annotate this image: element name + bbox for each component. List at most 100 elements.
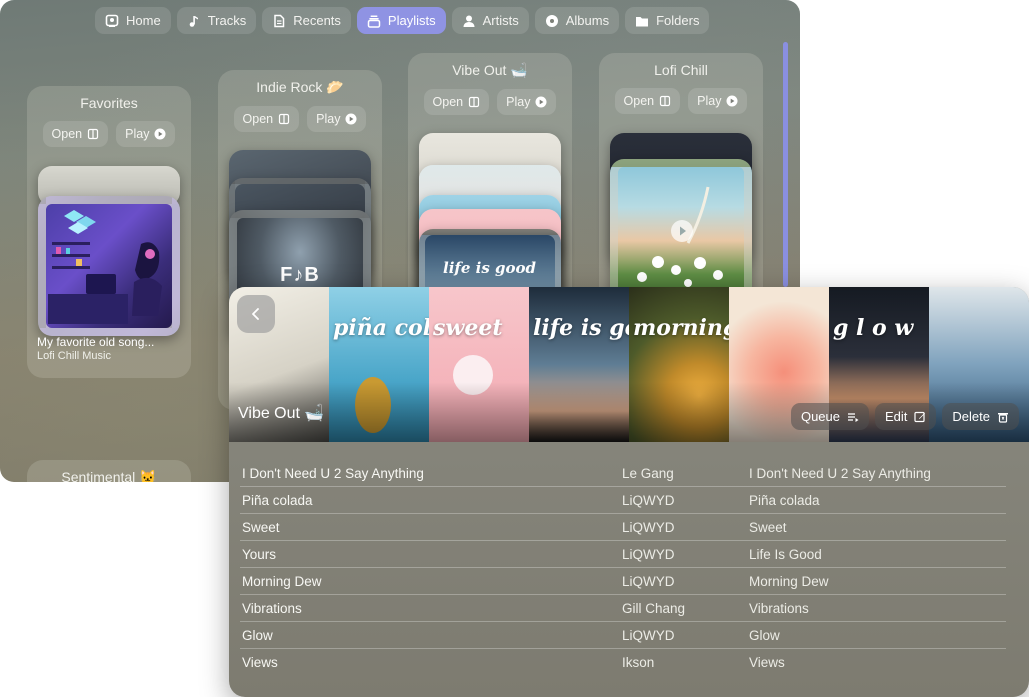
playlist-detail-title: Vibe Out 🛁 bbox=[238, 405, 325, 422]
track-title: Yours bbox=[242, 546, 277, 562]
track-title: Views bbox=[242, 655, 278, 670]
playlist-card-favorites[interactable]: Favorites Open Play My favorite old song… bbox=[27, 86, 191, 378]
tab-recents[interactable]: Recents bbox=[262, 7, 351, 34]
music-note-icon bbox=[189, 15, 198, 27]
tab-artists[interactable]: Artists bbox=[451, 7, 529, 34]
playlist-title: Sentimental 🐱 bbox=[61, 469, 157, 482]
hero-tile-text: piña colada bbox=[333, 315, 429, 341]
playlist-card-sentimental[interactable]: Sentimental 🐱 bbox=[27, 460, 191, 482]
playlist-title: Indie Rock 🥟 bbox=[256, 79, 344, 95]
track-title: Piña colada bbox=[242, 492, 313, 508]
table-row[interactable]: Vibrations Gill Chang Vibrations bbox=[240, 595, 1006, 622]
cover-logo-text: F♪B bbox=[280, 264, 320, 286]
track-album: Morning Dew bbox=[749, 573, 829, 589]
open-label: Open bbox=[432, 95, 464, 109]
playlist-title: Lofi Chill bbox=[654, 62, 708, 78]
hero-tile-text: morning bbox=[633, 315, 729, 341]
table-row[interactable]: Glow LiQWYD Glow bbox=[240, 622, 1006, 649]
vertical-scrollbar[interactable] bbox=[783, 42, 788, 287]
play-button[interactable]: Play bbox=[497, 89, 557, 115]
back-button[interactable] bbox=[237, 295, 275, 333]
queue-icon bbox=[848, 412, 859, 422]
tab-folders[interactable]: Folders bbox=[625, 7, 710, 34]
track-album: Piña colada bbox=[749, 492, 820, 508]
hero-tile-text: life is good bbox=[533, 315, 629, 341]
tab-recents-label: Recents bbox=[293, 13, 341, 28]
playlist-title: Favorites bbox=[80, 95, 138, 111]
play-circle-icon bbox=[154, 128, 166, 140]
table-row[interactable]: Piña colada LiQWYD Piña colada bbox=[240, 487, 1006, 514]
queue-label: Queue bbox=[800, 409, 841, 424]
tab-albums[interactable]: Albums bbox=[534, 7, 620, 34]
track-album: Sweet bbox=[749, 519, 787, 535]
track-title: Sweet bbox=[242, 519, 280, 535]
tab-playlists[interactable]: Playlists bbox=[356, 7, 446, 34]
trash-icon bbox=[998, 412, 1008, 423]
hero-tile-text: g l o w bbox=[833, 315, 914, 341]
tab-tracks-label: Tracks bbox=[207, 13, 247, 28]
disc-icon bbox=[545, 14, 558, 27]
top-nav: Home Tracks Recents Playlists Artists Al… bbox=[95, 7, 710, 34]
track-artist: LiQWYD bbox=[622, 546, 675, 562]
table-row[interactable]: Sweet LiQWYD Sweet bbox=[240, 514, 1006, 541]
play-circle-icon bbox=[345, 113, 357, 125]
tab-home-label: Home bbox=[126, 13, 161, 28]
track-artist: LiQWYD bbox=[622, 492, 675, 508]
featured-caption: My favorite old song... Lofi Chill Music bbox=[37, 335, 154, 362]
playlist-icon bbox=[367, 15, 381, 28]
tab-tracks[interactable]: Tracks bbox=[176, 7, 257, 34]
edit-button[interactable]: Edit bbox=[875, 403, 937, 430]
home-icon bbox=[105, 14, 119, 27]
edit-label: Edit bbox=[885, 409, 908, 424]
track-album: Views bbox=[749, 655, 785, 670]
play-label: Play bbox=[697, 94, 722, 108]
play-button[interactable]: Play bbox=[307, 106, 367, 132]
track-title: Morning Dew bbox=[242, 573, 322, 589]
table-row[interactable]: I Don't Need U 2 Say Anything Le Gang I … bbox=[240, 460, 1006, 487]
open-button[interactable]: Open bbox=[42, 121, 109, 147]
delete-button[interactable]: Delete bbox=[942, 403, 1019, 430]
play-overlay-icon[interactable] bbox=[670, 219, 694, 243]
track-artist: LiQWYD bbox=[622, 519, 675, 535]
open-button[interactable]: Open bbox=[233, 106, 300, 132]
track-album: I Don't Need U 2 Say Anything bbox=[749, 465, 931, 481]
chevron-left-icon bbox=[252, 308, 259, 320]
open-book-icon bbox=[469, 96, 480, 108]
track-album: Life Is Good bbox=[749, 546, 822, 562]
open-book-icon bbox=[660, 95, 671, 107]
tab-home[interactable]: Home bbox=[95, 7, 171, 34]
open-button[interactable]: Open bbox=[423, 89, 490, 115]
cover-script-text: life is good bbox=[443, 259, 536, 277]
queue-button[interactable]: Queue bbox=[790, 403, 870, 430]
track-artist: LiQWYD bbox=[622, 627, 675, 643]
table-row[interactable]: Views Ikson Views bbox=[240, 649, 1006, 676]
tab-playlists-label: Playlists bbox=[387, 13, 436, 28]
track-artist: Le Gang bbox=[622, 465, 674, 481]
document-icon bbox=[274, 14, 285, 27]
track-list: I Don't Need U 2 Say Anything Le Gang I … bbox=[240, 460, 1006, 676]
tab-artists-label: Artists bbox=[482, 13, 519, 28]
play-label: Play bbox=[125, 127, 150, 141]
playlist-title: Vibe Out 🛁 bbox=[452, 62, 528, 78]
track-artist: Ikson bbox=[622, 655, 655, 670]
open-label: Open bbox=[51, 127, 83, 141]
featured-song-subtitle: Lofi Chill Music bbox=[37, 350, 111, 362]
person-icon bbox=[463, 15, 475, 27]
playlist-detail-panel: piña colada sweet life is good morning g… bbox=[229, 287, 1029, 697]
open-book-icon bbox=[88, 128, 99, 140]
open-button[interactable]: Open bbox=[614, 88, 681, 114]
open-label: Open bbox=[242, 112, 274, 126]
delete-label: Delete bbox=[952, 409, 990, 424]
tab-albums-label: Albums bbox=[565, 13, 610, 28]
hero-tile-text: sweet bbox=[433, 315, 503, 341]
play-circle-icon bbox=[726, 95, 738, 107]
open-label: Open bbox=[623, 94, 655, 108]
cover-art-featured[interactable] bbox=[38, 196, 180, 336]
edit-icon bbox=[914, 411, 926, 422]
table-row[interactable]: Yours LiQWYD Life Is Good bbox=[240, 541, 1006, 568]
play-button[interactable]: Play bbox=[116, 121, 176, 147]
play-button[interactable]: Play bbox=[688, 88, 748, 114]
tab-folders-label: Folders bbox=[656, 13, 700, 28]
play-label: Play bbox=[506, 95, 531, 109]
table-row[interactable]: Morning Dew LiQWYD Morning Dew bbox=[240, 568, 1006, 595]
